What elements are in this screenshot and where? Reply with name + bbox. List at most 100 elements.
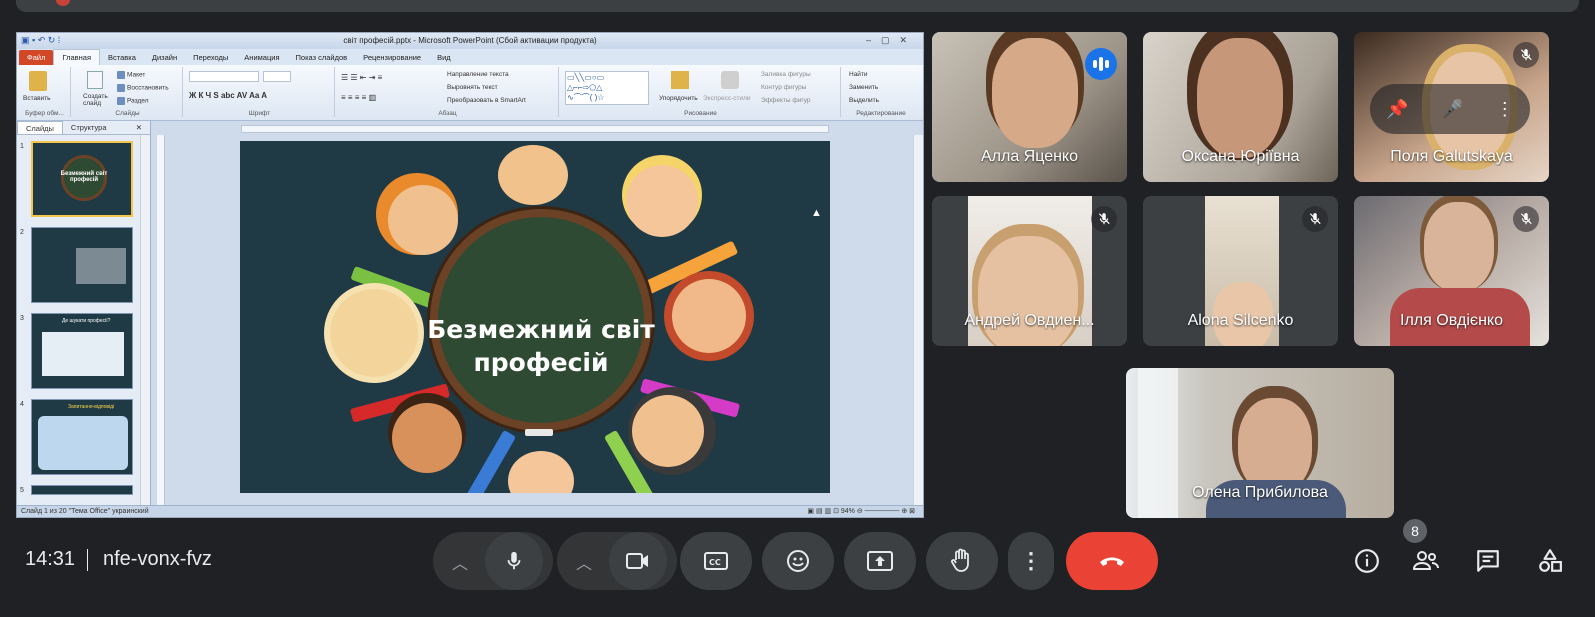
outline-tab: Структура [70,123,107,132]
pp-tab-review: Рецензирование [363,53,422,62]
slide-thumb-2 [31,227,133,303]
captions-button[interactable]: CC [680,532,752,590]
mute-participant-icon[interactable]: 🎤 [1441,99,1463,120]
group-label: Редактирование [856,110,906,117]
chalk [525,429,553,436]
horizontal-ruler [241,125,829,133]
chat-icon [1477,550,1499,572]
camera-options-chevron-icon[interactable]: ︿ [576,550,592,574]
participant-tile[interactable]: Алла Яценко [932,32,1127,182]
group-label: Шрифт [248,110,271,117]
participant-name: Ілля Овдієнко [1400,312,1503,329]
thumb-text-box [76,248,126,284]
activities-icon [1539,549,1562,572]
raise-hand-icon [951,548,969,572]
participant-tile[interactable]: Олена Прибилова [1126,368,1394,518]
slides-pane: Слайды Структура ✕ 1 Безмежний світ проф… [17,121,151,505]
divider [87,549,88,571]
thumb-title: Запитання-відповіді [68,404,115,410]
chat-button[interactable] [1468,541,1508,581]
participant-video [992,38,1078,148]
font-name-box [189,71,259,82]
slide-thumb-1: Безмежний світ професій [31,141,133,217]
participant-name: Олена Прибилова [1192,484,1328,501]
participant-video [1197,38,1283,158]
participant-video [1424,202,1494,292]
child-blond [626,165,698,237]
participant-tile[interactable]: Ілля Овдієнко [1354,196,1549,346]
shape-fill-label: Заливка фигуры [761,71,811,78]
participant-name: Оксана Юріївна [1181,148,1300,165]
smartart-label: Преобразовать в SmartArt [447,97,526,104]
leave-call-button[interactable] [1066,532,1158,590]
mic-button[interactable] [485,532,543,590]
camera-icon [626,553,648,569]
layout-label: Макет [117,71,145,79]
align-icons: ≡ ≡ ≡ ≡ ▥ [341,93,377,102]
pp-workspace: Слайды Структура ✕ 1 Безмежний світ проф… [17,121,923,505]
shapes-gallery-icon: ▭╲╲▭○▭ △⌐⌐⇨⬠△ ∿⌒⌒( )☆ [565,71,649,105]
mic-icon [507,551,521,570]
more-options-icon[interactable]: ⋮ [1496,99,1514,120]
participant-tile[interactable]: Оксана Юріївна [1143,32,1338,182]
child-orange-hair [388,185,458,255]
pin-icon[interactable]: 📌 [1386,99,1408,120]
people-button[interactable] [1406,541,1446,581]
paste-label: Вставить [23,95,51,102]
pp-tab-transitions: Переходы [193,53,229,62]
participant-tile[interactable]: Alona Silcenko [1143,196,1338,346]
activities-button[interactable] [1530,541,1570,581]
quick-styles-label: Экспресс-стили [703,95,751,102]
thumb-title: Де шукати професії? [62,318,111,324]
shape-outline-label: Контур фигуры [761,84,807,91]
recording-dot [56,0,70,6]
pp-tab-file: Файл [19,50,54,65]
mic-options-chevron-icon[interactable]: ︿ [452,550,468,574]
pp-titlebar: ▣ ▪ ↶ ↻ ⁞ світ професій.pptx - Microsoft… [17,33,923,49]
participant-tile[interactable]: Андрей Овдиен... [932,196,1127,346]
slide-scrollbar [913,135,923,505]
more-options-button[interactable]: ⋮ [1008,532,1054,590]
new-slide-label: Создать слайд [83,93,108,107]
phone-hangup-icon [1100,557,1124,566]
slides-tab: Слайды [17,121,63,134]
arrange-icon [671,71,689,89]
thumb-number: 2 [20,229,24,236]
arrange-label: Упорядочить [659,95,698,102]
slide-title: Безмежний світ професій [427,315,655,377]
font-size-box [263,71,291,82]
group-label: Слайды [115,110,140,117]
slide-thumb-4: Запитання-відповіді [31,399,133,475]
ribbon-group-font: Ж К Ч S abc AV Aa A Шрифт [185,67,335,117]
camera-button[interactable] [609,532,667,590]
muted-icon [1513,206,1539,232]
pp-statusbar: Слайд 1 из 20 "Тема Office" украинский ▣… [17,505,923,517]
top-bar [16,0,1579,12]
pp-tab-insert: Вставка [108,53,136,62]
window-controls-icon: –▢✕ [865,35,917,45]
restore-label: Восстановить [117,84,169,92]
thumb-title: Безмежний світ професій [60,171,108,183]
thumb-number: 3 [20,315,24,322]
zoom-level: ▣ ▤ ▥ ⊡ 94% ⊖ ─────── ⊕ ⊠ [807,508,915,515]
raise-hand-button[interactable] [926,532,998,590]
child-glasses [498,145,568,205]
info-button[interactable] [1347,541,1387,581]
ribbon-group-drawing: ▭╲╲▭○▭ △⌐⌐⇨⬠△ ∿⌒⌒( )☆ Упорядочить Экспресс… [561,67,841,117]
participant-tile[interactable]: 📌 🎤 ⋮ Поля Galutskaya [1354,32,1549,182]
present-button[interactable] [844,532,916,590]
slide-thumb-3: Де шукати професії? [31,313,133,389]
child-black-hair [632,395,704,467]
thumb-text-box [42,332,124,376]
people-icon [1412,551,1439,570]
pp-ribbon-tabs: Файл Главная Вставка Дизайн Переходы Ани… [17,49,923,65]
ribbon-group-slides: Создать слайд Макет Восстановить Раздел … [73,67,183,117]
meeting-code: nfe-vonx-fvz [103,548,212,570]
replace-label: Заменить [849,84,879,91]
find-label: Найти [849,71,868,78]
group-label: Буфер обм... [25,110,64,117]
more-vert-icon: ⋮ [1020,548,1042,573]
pp-tab-home: Главная [53,49,100,65]
emoji-button[interactable] [762,532,834,590]
muted-icon [1513,42,1539,68]
